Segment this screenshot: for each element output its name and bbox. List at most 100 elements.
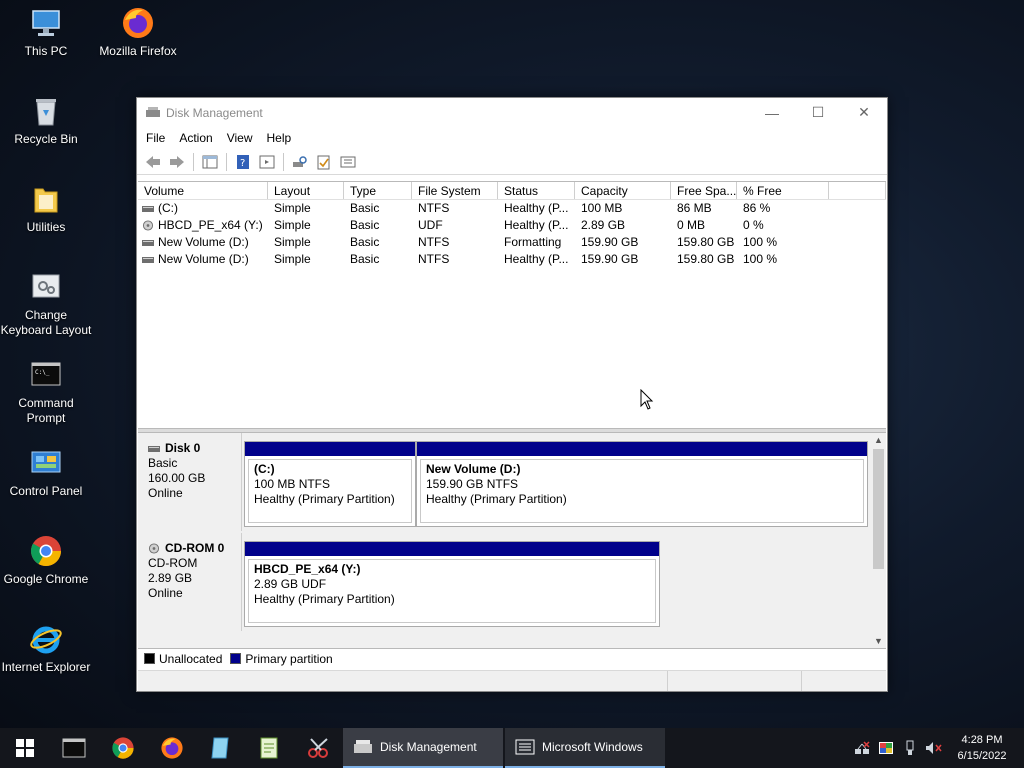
- display-settings-icon[interactable]: [874, 728, 898, 768]
- volume-free-space: 159.80 GB: [677, 252, 735, 266]
- desktop-icon-label: Google Chrome: [3, 572, 89, 586]
- check-properties-button[interactable]: [313, 152, 335, 172]
- partition-status: Healthy (Primary Partition): [426, 492, 567, 506]
- minimize-button[interactable]: —: [749, 98, 795, 127]
- taskbar-editor[interactable]: [245, 728, 294, 768]
- partition-size-fs: 2.89 GB UDF: [254, 577, 327, 591]
- taskbar-window-microsoft-windows[interactable]: Microsoft Windows: [505, 728, 665, 768]
- primary-partition-bar: [245, 442, 415, 456]
- volume-name: New Volume (D:): [158, 235, 249, 249]
- menu-view[interactable]: View: [220, 131, 260, 145]
- column-header-empty: [829, 182, 886, 199]
- clock-date: 6/15/2022: [957, 750, 1007, 762]
- disk-management-icon: [146, 106, 160, 117]
- back-button[interactable]: [142, 152, 164, 172]
- volume-row[interactable]: New Volume (D:) Simple Basic NTFS Format…: [138, 234, 886, 251]
- taskbar-snipping-tool[interactable]: [294, 728, 343, 768]
- volume-row[interactable]: (C:) Simple Basic NTFS Healthy (P... 100…: [138, 200, 886, 217]
- desktop-icon-utilities[interactable]: Utilities: [0, 182, 92, 235]
- desktop-icon-recycle-bin[interactable]: Recycle Bin: [0, 94, 92, 147]
- recycle-bin-icon: [29, 94, 63, 128]
- desktop-icon-label: Mozilla Firefox: [99, 44, 177, 58]
- chrome-icon: [29, 534, 63, 568]
- desktop-icon-change-keyboard-layout[interactable]: Change Keyboard Layout: [0, 270, 92, 338]
- menu-help[interactable]: Help: [260, 131, 299, 145]
- menu-file[interactable]: File: [139, 131, 172, 145]
- close-button[interactable]: ✕: [841, 98, 887, 127]
- taskbar-firefox[interactable]: [147, 728, 196, 768]
- volume-percent-free: 100 %: [743, 252, 778, 266]
- partition-y[interactable]: HBCD_PE_x64 (Y:) 2.89 GB UDF Healthy (Pr…: [244, 541, 660, 627]
- scissors-icon: [307, 738, 328, 758]
- column-header-volume[interactable]: Volume: [138, 182, 268, 199]
- toolbar-separator: [283, 152, 284, 171]
- taskbar-notepad[interactable]: [196, 728, 245, 768]
- taskbar-clock[interactable]: 4:28 PM 6/15/2022: [946, 732, 1024, 764]
- toolbar: ?: [137, 149, 887, 175]
- column-header-file-system[interactable]: File System: [412, 182, 498, 199]
- menu-bar: File Action View Help: [137, 127, 887, 149]
- start-button[interactable]: [0, 728, 49, 768]
- show-action-pane-button[interactable]: [256, 152, 278, 172]
- network-icon[interactable]: [850, 728, 874, 768]
- disk-view-scrollbar[interactable]: ▲ ▼: [871, 433, 886, 648]
- volume-muted-icon[interactable]: [922, 728, 946, 768]
- volume-row[interactable]: HBCD_PE_x64 (Y:) Simple Basic UDF Health…: [138, 217, 886, 234]
- window-titlebar[interactable]: Disk Management — ☐ ✕: [137, 98, 887, 127]
- maximize-button[interactable]: ☐: [795, 98, 841, 127]
- desktop-icon-control-panel[interactable]: Control Panel: [0, 446, 92, 499]
- connect-virtual-disk-button[interactable]: [289, 152, 311, 172]
- cd-drive-icon: [148, 543, 160, 554]
- scroll-down-icon[interactable]: ▼: [871, 634, 886, 648]
- volume-row[interactable]: New Volume (D:) Simple Basic NTFS Health…: [138, 251, 886, 268]
- show-hide-console-tree-button[interactable]: [199, 152, 221, 172]
- disk-row-disk-0: Disk 0 Basic 160.00 GB Online (C:) 100 M…: [138, 433, 871, 531]
- column-header-capacity[interactable]: Capacity: [575, 182, 671, 199]
- partition-c[interactable]: (C:) 100 MB NTFS Healthy (Primary Partit…: [244, 441, 416, 527]
- partition-d[interactable]: New Volume (D:) 159.90 GB NTFS Healthy (…: [416, 441, 868, 527]
- disk-info[interactable]: Disk 0 Basic 160.00 GB Online: [138, 433, 242, 531]
- desktop-icon-command-prompt[interactable]: C:\_ Command Prompt: [0, 358, 92, 426]
- volume-file-system: NTFS: [418, 252, 450, 266]
- partition-status: Healthy (Primary Partition): [254, 492, 395, 506]
- desktop-icon-google-chrome[interactable]: Google Chrome: [0, 534, 92, 587]
- scroll-up-icon[interactable]: ▲: [871, 433, 886, 447]
- column-header-free-space[interactable]: Free Spa...: [671, 182, 737, 199]
- desktop-icon-firefox[interactable]: Mozilla Firefox: [92, 6, 184, 59]
- volume-status: Healthy (P...: [504, 201, 569, 215]
- properties-list-button[interactable]: [337, 152, 359, 172]
- taskbar-command-prompt[interactable]: [49, 728, 98, 768]
- taskbar-chrome[interactable]: [98, 728, 147, 768]
- volume-free-space: 0 MB: [677, 218, 706, 232]
- volume-name: (C:): [158, 201, 178, 215]
- column-header-layout[interactable]: Layout: [268, 182, 344, 199]
- desktop-icon-this-pc[interactable]: This PC: [0, 6, 92, 59]
- column-header-type[interactable]: Type: [344, 182, 412, 199]
- status-bar-segment: [138, 671, 668, 691]
- volume-capacity: 2.89 GB: [581, 218, 626, 232]
- desktop-icon-label: Command Prompt: [18, 396, 74, 425]
- terminal-icon: C:\_: [29, 358, 63, 392]
- status-bar-segment: [802, 671, 886, 691]
- menu-action[interactable]: Action: [172, 131, 219, 145]
- document-edit-icon: [260, 737, 277, 759]
- disk-info[interactable]: CD-ROM 0 CD-ROM 2.89 GB Online: [138, 533, 242, 631]
- properties-icon: [340, 156, 356, 167]
- scroll-thumb[interactable]: [873, 449, 884, 569]
- internet-explorer-icon: [29, 622, 63, 656]
- usb-icon[interactable]: [898, 728, 922, 768]
- desktop-icon-label: This PC: [24, 44, 68, 58]
- partition-status: Healthy (Primary Partition): [254, 592, 395, 606]
- forward-button[interactable]: [166, 152, 188, 172]
- volume-capacity: 100 MB: [581, 201, 623, 215]
- settings-window-icon: [29, 270, 63, 304]
- desktop-icon-internet-explorer[interactable]: Internet Explorer: [0, 622, 92, 675]
- help-button[interactable]: ?: [232, 152, 254, 172]
- taskbar-window-disk-management[interactable]: Disk Management: [343, 728, 503, 768]
- column-header-status[interactable]: Status: [498, 182, 575, 199]
- volume-list-header: Volume Layout Type File System Status Ca…: [138, 182, 886, 200]
- volume-free-space: 159.80 GB: [677, 235, 735, 249]
- desktop-icon-label: Recycle Bin: [14, 132, 78, 146]
- desktop-icon-label: Utilities: [26, 220, 66, 234]
- column-header-percent-free[interactable]: % Free: [737, 182, 829, 199]
